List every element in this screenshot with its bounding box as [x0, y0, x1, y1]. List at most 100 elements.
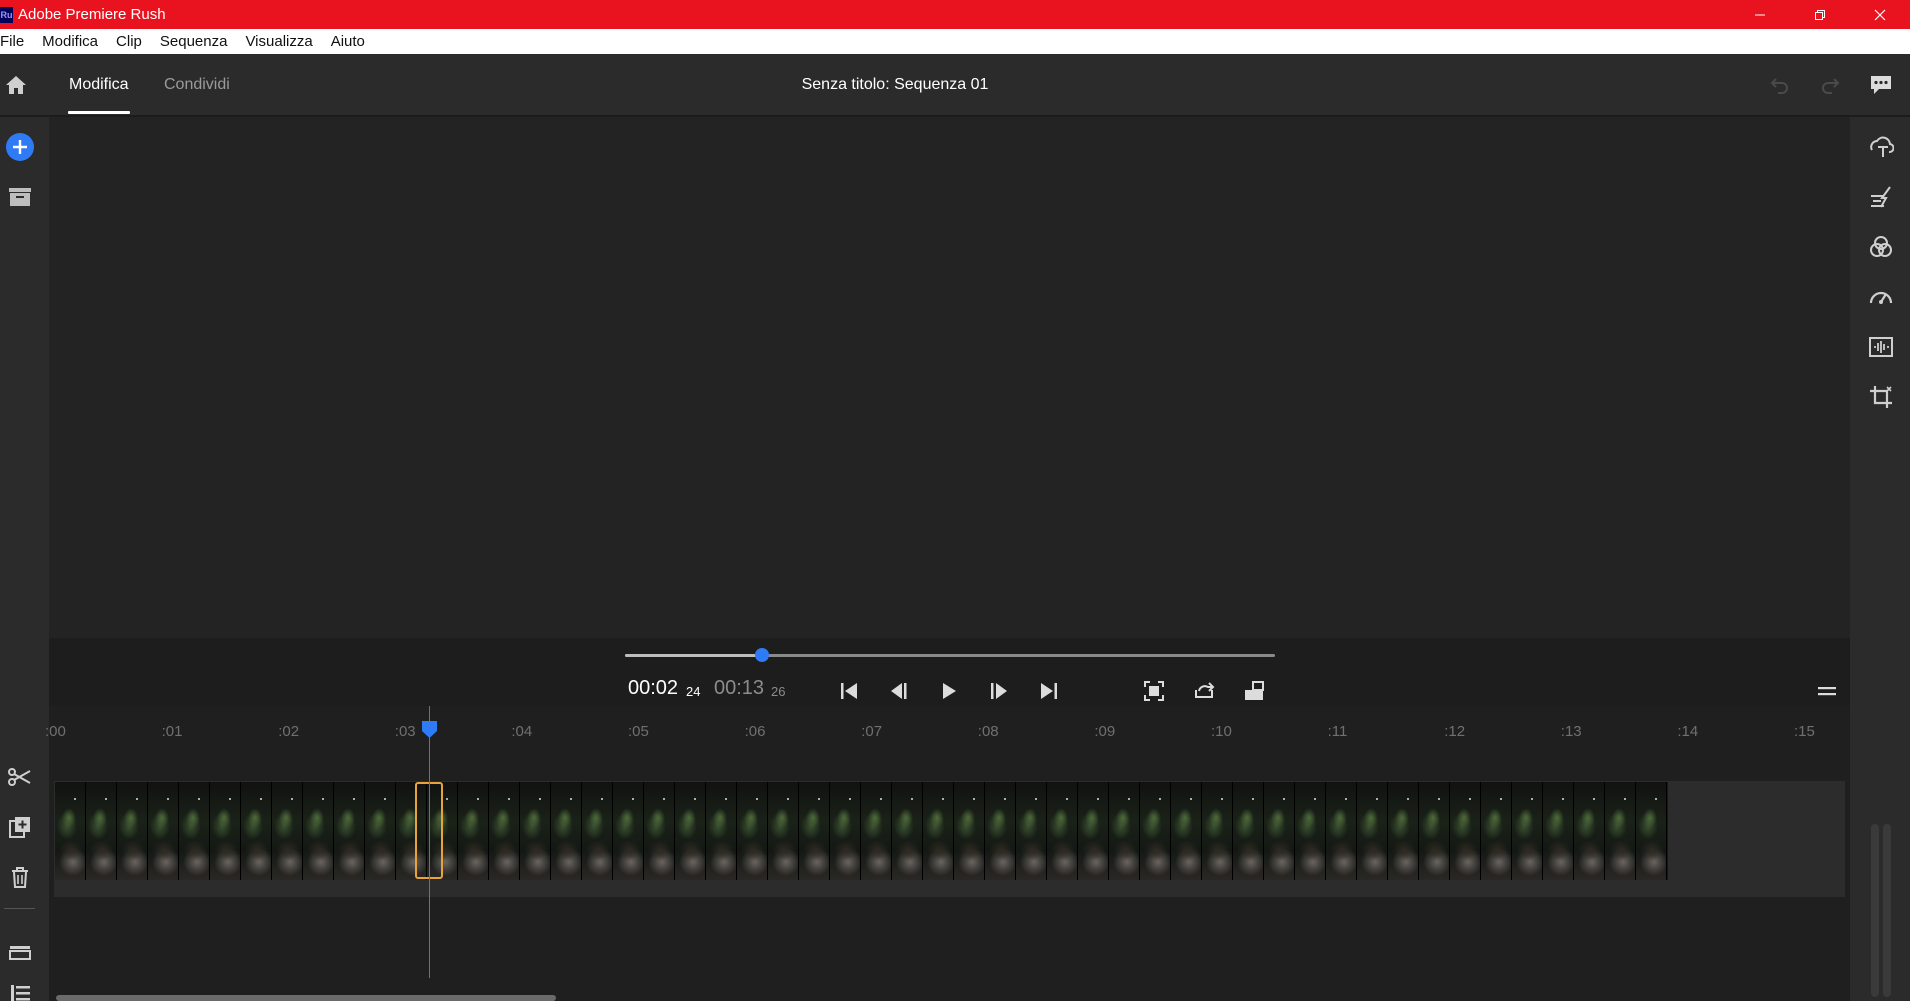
audio-meter-right	[1883, 824, 1891, 997]
undo-icon[interactable]	[1768, 73, 1792, 97]
timeline-scrollbar[interactable]	[56, 995, 556, 1001]
clip-thumbnail[interactable]	[365, 782, 396, 880]
go-to-start-button[interactable]	[836, 678, 862, 704]
clip-thumbnail[interactable]	[272, 782, 303, 880]
playhead-handle[interactable]	[420, 720, 439, 739]
maximize-button[interactable]	[1790, 0, 1850, 29]
menu-sequenza[interactable]: Sequenza	[151, 29, 237, 54]
clip-thumbnail[interactable]	[520, 782, 551, 880]
clip-thumbnail[interactable]	[1357, 782, 1388, 880]
clip-thumbnail[interactable]	[1512, 782, 1543, 880]
delete-icon[interactable]	[6, 863, 34, 891]
titles-icon[interactable]	[1868, 134, 1894, 160]
clip-thumbnail[interactable]	[830, 782, 861, 880]
clip-thumbnail[interactable]	[582, 782, 613, 880]
clip-thumbnail[interactable]	[799, 782, 830, 880]
thumbnail-highlight	[105, 798, 107, 800]
menu-clip[interactable]: Clip	[107, 29, 151, 54]
clip-thumbnail[interactable]	[706, 782, 737, 880]
speed-icon[interactable]	[1868, 284, 1894, 310]
menu-aiuto[interactable]: Aiuto	[322, 29, 374, 54]
clip-thumbnail[interactable]	[1109, 782, 1140, 880]
sequence-title: Senza titolo: Sequenza 01	[801, 76, 989, 93]
minimize-button[interactable]	[1730, 0, 1790, 29]
panel-menu-button[interactable]	[1814, 678, 1840, 704]
clip-thumbnail[interactable]	[1264, 782, 1295, 880]
split-icon[interactable]	[6, 763, 34, 791]
track-controls-icon[interactable]	[6, 938, 34, 966]
clip-thumbnail[interactable]	[55, 782, 86, 880]
thumbnail-highlight	[570, 798, 572, 800]
scrubber-handle[interactable]	[754, 648, 769, 662]
go-to-end-button[interactable]	[1036, 678, 1062, 704]
clip-thumbnail[interactable]	[861, 782, 892, 880]
close-button[interactable]	[1850, 0, 1910, 29]
loop-button[interactable]	[1191, 678, 1217, 704]
clip-thumbnail[interactable]	[768, 782, 799, 880]
clip-thumbnail[interactable]	[489, 782, 520, 880]
clip-thumbnail[interactable]	[1140, 782, 1171, 880]
clip-thumbnail[interactable]	[117, 782, 148, 880]
fit-view-button[interactable]	[1141, 678, 1167, 704]
clip-thumbnail[interactable]	[303, 782, 334, 880]
clip-thumbnail[interactable]	[954, 782, 985, 880]
menu-visualizza[interactable]: Visualizza	[236, 29, 321, 54]
clip-thumbnail[interactable]	[675, 782, 706, 880]
clip-thumbnail[interactable]	[737, 782, 768, 880]
window-title: Adobe Premiere Rush	[18, 6, 166, 23]
clip-thumbnail[interactable]	[985, 782, 1016, 880]
thumbnail-highlight	[1655, 798, 1657, 800]
ruler-label: :05	[628, 723, 649, 740]
color-icon[interactable]	[1868, 234, 1894, 260]
clip-thumbnail[interactable]	[1636, 782, 1667, 880]
menu-modifica[interactable]: Modifica	[33, 29, 107, 54]
clip-thumbnail[interactable]	[1326, 782, 1357, 880]
clip-thumbnail[interactable]	[458, 782, 489, 880]
transitions-icon[interactable]	[1868, 184, 1894, 210]
clip-thumbnail[interactable]	[210, 782, 241, 880]
clip-thumbnail[interactable]	[1605, 782, 1636, 880]
clip-thumbnail[interactable]	[1574, 782, 1605, 880]
video-clip-strip[interactable]	[55, 782, 1668, 880]
clip-thumbnail[interactable]	[1171, 782, 1202, 880]
clip-thumbnail[interactable]	[613, 782, 644, 880]
thumbnail-highlight	[477, 798, 479, 800]
clip-thumbnail[interactable]	[1419, 782, 1450, 880]
aspect-ratio-button[interactable]	[1241, 678, 1267, 704]
clip-thumbnail[interactable]	[1543, 782, 1574, 880]
clip-thumbnail[interactable]	[1078, 782, 1109, 880]
feedback-icon[interactable]	[1869, 73, 1893, 97]
timeline[interactable]: :00:01:02:03:04:05:06:07:08:09:10:11:12:…	[45, 706, 1850, 1001]
clip-thumbnail[interactable]	[1450, 782, 1481, 880]
clip-thumbnail[interactable]	[1233, 782, 1264, 880]
clip-thumbnail[interactable]	[551, 782, 582, 880]
clip-thumbnail[interactable]	[923, 782, 954, 880]
clip-thumbnail[interactable]	[179, 782, 210, 880]
clip-thumbnail[interactable]	[1481, 782, 1512, 880]
clip-thumbnail[interactable]	[644, 782, 675, 880]
clip-thumbnail[interactable]	[1388, 782, 1419, 880]
clip-thumbnail[interactable]	[148, 782, 179, 880]
ruler-label: :03	[394, 723, 416, 740]
clip-thumbnail[interactable]	[241, 782, 272, 880]
clip-thumbnail[interactable]	[892, 782, 923, 880]
clip-thumbnail[interactable]	[1202, 782, 1233, 880]
step-forward-button[interactable]	[986, 678, 1012, 704]
clip-thumbnail[interactable]	[1047, 782, 1078, 880]
clip-thumbnail[interactable]	[86, 782, 117, 880]
transform-icon[interactable]	[1868, 384, 1894, 410]
projects-icon[interactable]	[6, 183, 34, 211]
thumbnail-highlight	[1407, 798, 1409, 800]
add-media-icon[interactable]	[6, 133, 34, 161]
menu-file[interactable]: File	[0, 29, 33, 54]
track-list-icon[interactable]	[6, 978, 34, 1001]
step-back-button[interactable]	[886, 678, 912, 704]
redo-icon[interactable]	[1818, 73, 1842, 97]
clip-thumbnail[interactable]	[1295, 782, 1326, 880]
clip-thumbnail[interactable]	[334, 782, 365, 880]
preview-scrubber[interactable]	[625, 648, 1275, 662]
audio-icon[interactable]	[1868, 334, 1894, 360]
play-button[interactable]	[936, 678, 962, 704]
clip-thumbnail[interactable]	[1016, 782, 1047, 880]
duplicate-icon[interactable]	[6, 813, 34, 841]
